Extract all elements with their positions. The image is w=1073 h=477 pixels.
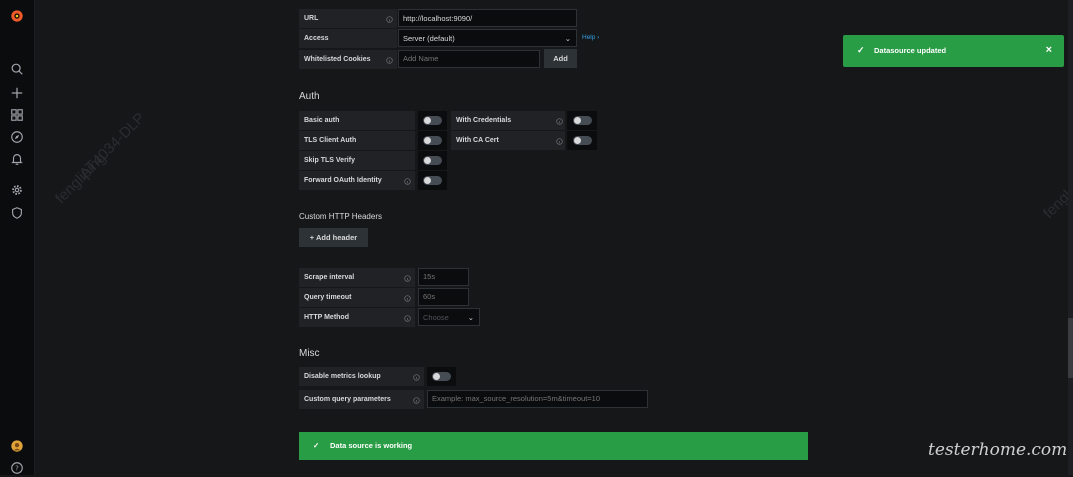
disable-metrics-lookup-toggle[interactable] bbox=[432, 372, 451, 381]
svg-text:?: ? bbox=[15, 465, 19, 473]
info-icon bbox=[411, 395, 421, 405]
watermark-text: AT4034-DLP bbox=[76, 109, 149, 183]
whitelisted-cookies-label: Whitelisted Cookies bbox=[299, 50, 397, 69]
dashboards-icon[interactable] bbox=[8, 106, 26, 124]
bell-icon[interactable] bbox=[8, 150, 26, 168]
banner-message: Data source is working bbox=[330, 441, 413, 450]
with-ca-cert-toggle[interactable] bbox=[573, 136, 592, 145]
with-credentials-label: With Credentials bbox=[451, 111, 565, 130]
tls-client-auth-toggle[interactable] bbox=[423, 136, 442, 145]
grafana-logo-icon[interactable] bbox=[8, 7, 26, 25]
http-method-placeholder: Choose bbox=[423, 313, 449, 322]
plus-icon[interactable] bbox=[8, 84, 26, 102]
data-source-working-banner: ✓ Data source is working bbox=[299, 432, 808, 460]
url-label: URL bbox=[299, 9, 397, 28]
query-timeout-label: Query timeout bbox=[299, 288, 415, 307]
access-select-value: Server (default) bbox=[403, 34, 455, 43]
brand-watermark: testerhome.com bbox=[928, 440, 1068, 460]
http-method-select[interactable]: Choose ⌄ bbox=[418, 308, 480, 326]
chevron-down-icon: ⌄ bbox=[564, 34, 571, 43]
info-icon bbox=[384, 14, 394, 24]
custom-query-parameters-input[interactable] bbox=[427, 390, 648, 408]
forward-oauth-toggle[interactable] bbox=[423, 176, 442, 185]
info-icon bbox=[411, 372, 421, 382]
help-link-label: Help bbox=[582, 34, 596, 41]
info-icon bbox=[554, 116, 564, 126]
access-label: Access bbox=[299, 29, 397, 48]
sidebar: ? bbox=[0, 0, 35, 475]
scrape-interval-input[interactable] bbox=[418, 268, 469, 286]
url-input[interactable]: http://localhost:9090/ bbox=[398, 9, 577, 27]
misc-section-title: Misc bbox=[299, 348, 320, 359]
forward-oauth-label: Forward OAuth Identity bbox=[299, 171, 415, 190]
add-cookie-button[interactable]: Add bbox=[544, 49, 577, 68]
http-method-label: HTTP Method bbox=[299, 308, 415, 327]
check-icon: ✓ bbox=[313, 441, 320, 450]
info-icon bbox=[402, 293, 412, 303]
help-icon[interactable]: ? bbox=[8, 459, 26, 477]
custom-headers-title: Custom HTTP Headers bbox=[299, 212, 382, 221]
skip-tls-verify-label: Skip TLS Verify bbox=[299, 151, 415, 170]
info-icon bbox=[384, 55, 394, 65]
access-select[interactable]: Server (default) ⌄ bbox=[398, 29, 577, 47]
scrollbar-track[interactable] bbox=[1068, 0, 1073, 475]
help-link[interactable]: Help › bbox=[582, 34, 599, 41]
auth-section-title: Auth bbox=[299, 91, 320, 102]
with-credentials-toggle[interactable] bbox=[573, 116, 592, 125]
scrape-interval-label: Scrape interval bbox=[299, 268, 415, 287]
info-icon bbox=[402, 176, 412, 186]
close-icon[interactable]: × bbox=[1046, 44, 1052, 56]
add-header-button[interactable]: + Add header bbox=[299, 228, 368, 247]
info-icon bbox=[402, 273, 412, 283]
avatar-icon[interactable] bbox=[8, 437, 26, 455]
compass-icon[interactable] bbox=[8, 128, 26, 146]
basic-auth-label: Basic auth bbox=[299, 111, 415, 130]
info-icon bbox=[554, 136, 564, 146]
check-icon: ✓ bbox=[857, 45, 865, 55]
scrollbar-thumb[interactable] bbox=[1068, 318, 1073, 378]
chevron-down-icon: ⌄ bbox=[467, 313, 474, 322]
info-icon bbox=[402, 313, 412, 323]
search-icon[interactable] bbox=[8, 60, 26, 78]
tls-client-auth-label: TLS Client Auth bbox=[299, 131, 415, 150]
disable-metrics-lookup-label: Disable metrics lookup bbox=[299, 367, 424, 386]
toast-message: Datasource updated bbox=[874, 46, 947, 55]
basic-auth-toggle[interactable] bbox=[423, 116, 442, 125]
datasource-updated-toast: ✓ Datasource updated × bbox=[843, 35, 1064, 67]
skip-tls-verify-toggle[interactable] bbox=[423, 156, 442, 165]
shield-icon[interactable] bbox=[8, 204, 26, 222]
query-timeout-input[interactable] bbox=[418, 288, 469, 306]
custom-query-parameters-label: Custom query parameters bbox=[299, 390, 424, 409]
gear-icon[interactable] bbox=[8, 181, 26, 199]
cookies-input[interactable] bbox=[398, 50, 540, 68]
with-ca-cert-label: With CA Cert bbox=[451, 131, 565, 150]
